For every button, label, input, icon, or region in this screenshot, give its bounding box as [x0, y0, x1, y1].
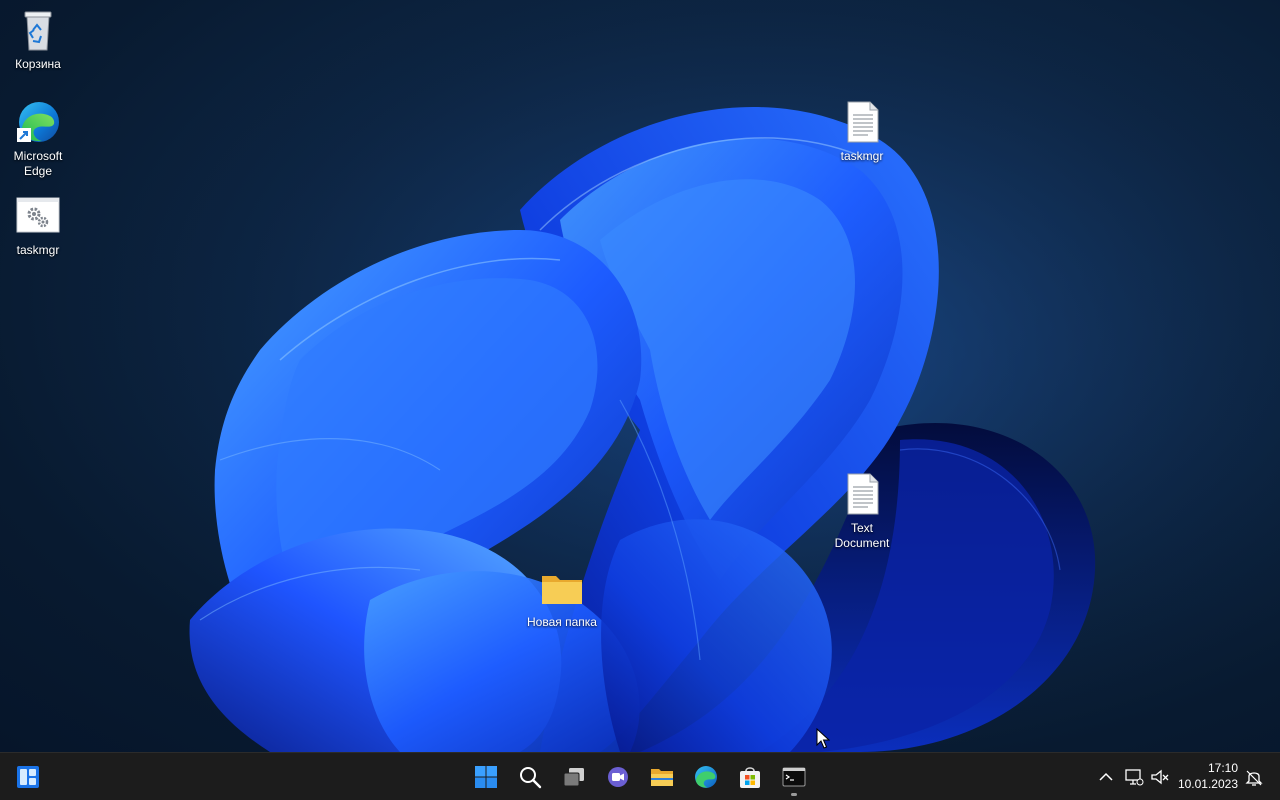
desktop-icon-text-document[interactable]: Text Document [824, 470, 900, 551]
desktop-icon-microsoft-edge[interactable]: Microsoft Edge [0, 98, 76, 179]
desktop-icon-label: taskmgr [16, 243, 60, 257]
clock-date: 10.01.2023 [1177, 777, 1238, 791]
widgets-icon [17, 766, 39, 788]
network-icon[interactable] [1124, 767, 1144, 787]
running-indicator [791, 793, 797, 796]
chat-button[interactable] [598, 757, 638, 797]
start-button[interactable] [466, 757, 506, 797]
terminal-button[interactable] [774, 757, 814, 797]
recycle-bin-icon [24, 11, 52, 51]
text-file-icon [847, 473, 879, 515]
file-explorer-button[interactable] [642, 757, 682, 797]
taskbar: 17:10 10.01.2023 [0, 752, 1280, 800]
desktop-icon-label: Microsoft Edge [13, 149, 63, 178]
notification-icon[interactable] [1244, 767, 1264, 787]
widgets-button[interactable] [8, 757, 48, 797]
desktop-icon-recycle-bin[interactable]: Корзина [0, 6, 76, 72]
desktop-icon-taskmgr-shortcut[interactable]: taskmgr [0, 192, 76, 258]
folder-icon [651, 769, 673, 786]
folder-icon [542, 576, 582, 604]
desktop-icon-label: Новая папка [527, 615, 597, 629]
text-file-icon [847, 101, 879, 143]
wallpaper-bloom [0, 0, 1280, 752]
volume-muted-icon[interactable] [1150, 767, 1170, 787]
search-button[interactable] [510, 757, 550, 797]
edge-button[interactable] [686, 757, 726, 797]
teams-chat-icon [608, 767, 628, 787]
terminal-icon [782, 767, 806, 787]
edge-icon [695, 766, 717, 788]
desktop-icon-taskmgr-file[interactable]: taskmgr [824, 98, 900, 164]
gears-document-icon [16, 197, 60, 233]
desktop-icon-label: taskmgr [840, 149, 884, 163]
desktop-icon-label: Корзина [15, 57, 61, 71]
store-icon [740, 767, 760, 788]
desktop[interactable]: Корзина Microsoft Edge taskmgr taskmgr T… [0, 0, 1280, 752]
clock[interactable]: 17:10 10.01.2023 [1176, 760, 1238, 792]
task-view-button[interactable] [554, 757, 594, 797]
mouse-cursor-icon [816, 728, 830, 749]
windows-start-icon [475, 766, 497, 788]
desktop-icon-new-folder[interactable]: Новая папка [524, 564, 600, 630]
task-view-icon [563, 768, 584, 787]
desktop-icon-label: Text Document [834, 521, 890, 550]
search-icon [520, 767, 542, 789]
clock-time: 17:10 [1207, 761, 1238, 775]
chevron-up-icon[interactable] [1096, 767, 1116, 787]
store-button[interactable] [730, 757, 770, 797]
edge-icon [17, 102, 59, 142]
